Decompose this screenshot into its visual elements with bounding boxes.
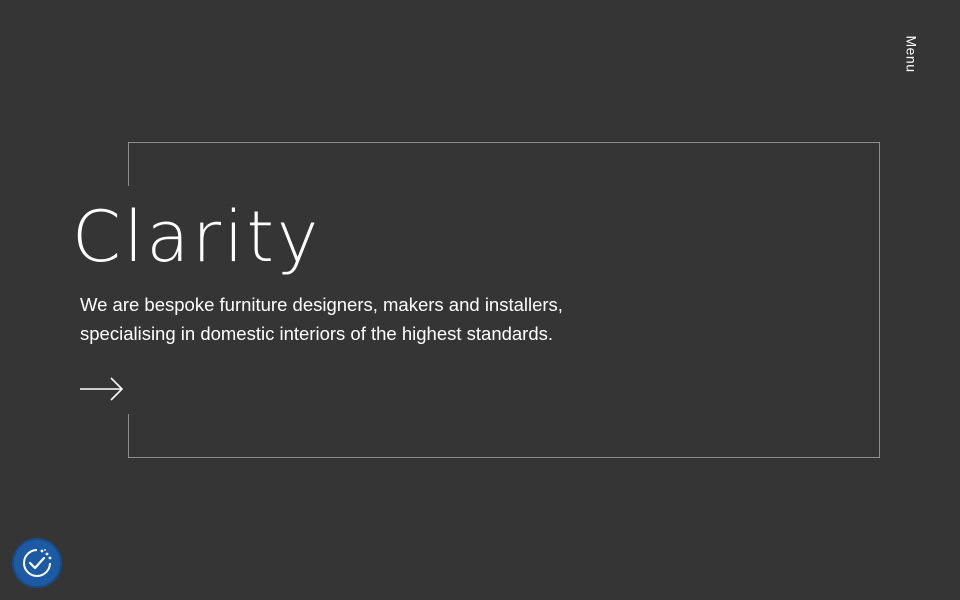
frame-border-right <box>879 142 880 458</box>
arrow-right-icon <box>80 377 124 401</box>
page: Menu Clarity We are bespoke furniture de… <box>0 0 960 600</box>
frame-border-bottom <box>128 457 880 458</box>
cookie-consent-button[interactable] <box>14 540 60 586</box>
frame-border-left-lower <box>128 414 129 458</box>
frame-border-left-upper <box>128 142 129 186</box>
frame-border-top <box>128 142 880 143</box>
arrow-link[interactable] <box>78 374 126 404</box>
hero-title: Clarity <box>72 190 328 284</box>
menu-button[interactable]: Menu <box>890 34 934 74</box>
menu-label: Menu <box>904 35 920 73</box>
cookie-consent-icon <box>23 549 52 577</box>
hero-description: We are bespoke furniture designers, make… <box>80 294 563 344</box>
